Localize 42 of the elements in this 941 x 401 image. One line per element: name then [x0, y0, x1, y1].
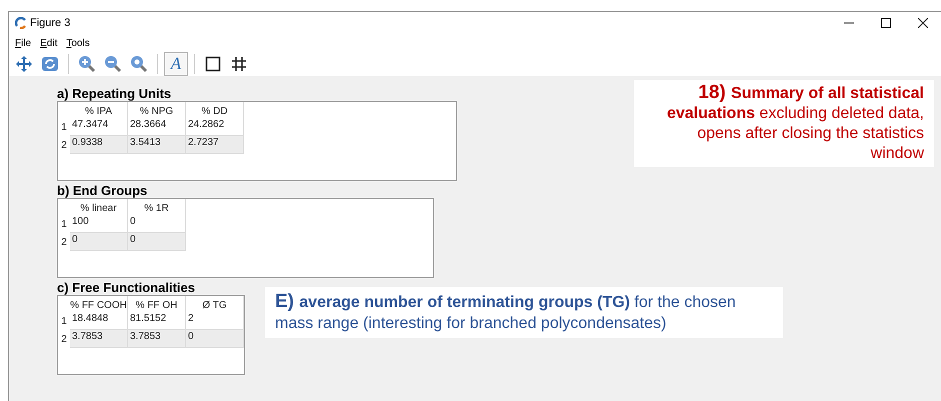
table-title: a) Repeating Units [57, 86, 172, 101]
table-cell: 2 [186, 312, 244, 330]
menu-item[interactable]: Edit [40, 36, 58, 50]
row-header: 1 [60, 121, 68, 135]
table-title: c) Free Functionalities [57, 280, 195, 295]
menu-item[interactable]: File [15, 36, 32, 50]
move-icon [15, 55, 33, 73]
table-cell: 3.7853 [70, 330, 128, 348]
table-cell: 28.3664 [128, 118, 186, 136]
zoom-out-icon [104, 55, 122, 73]
table-cell: 0 [186, 330, 244, 348]
table-cell: 47.3474 [70, 118, 128, 136]
table-cell: 0 [128, 233, 186, 251]
zoom-in-icon [78, 55, 96, 73]
maximize-icon [880, 18, 890, 28]
zoom-reset-icon [130, 55, 148, 73]
annotation-callout: 18) Summary of all statistical evaluations excluding deleted data, opens after closing the statistics window [634, 80, 934, 167]
table-cell: 3.7853 [128, 330, 186, 348]
text-tool-button[interactable]: A [164, 52, 188, 76]
row-header: 2 [60, 139, 68, 153]
menu-item[interactable]: Tools [66, 36, 90, 50]
annotation-callout: E) average number of terminating groups (TG) for the chosen mass range (interesting for branched polycondensates) [265, 287, 783, 338]
table-cell: 24.2862 [186, 118, 244, 136]
table-cell: 2.7237 [186, 136, 244, 154]
table-cell: 0 [70, 233, 128, 251]
table-cell: 0 [128, 215, 186, 233]
table-cell: 100 [70, 215, 128, 233]
window-title: Figure 3 [30, 16, 70, 31]
close-icon [918, 18, 928, 28]
row-header: 2 [60, 333, 68, 347]
table-title: b) End Groups [57, 183, 148, 198]
table-cell: 18.4848 [70, 312, 128, 330]
refresh-icon [41, 55, 59, 73]
grid-icon [232, 57, 246, 71]
table-cell: 0.9338 [70, 136, 128, 154]
row-header: 1 [60, 315, 68, 329]
table-cell: 81.5152 [128, 312, 186, 330]
row-header: 2 [60, 236, 68, 250]
square-icon [205, 56, 221, 72]
app-logo-icon [15, 17, 27, 29]
row-header: 1 [60, 218, 68, 232]
table-cell: 3.5413 [128, 136, 186, 154]
